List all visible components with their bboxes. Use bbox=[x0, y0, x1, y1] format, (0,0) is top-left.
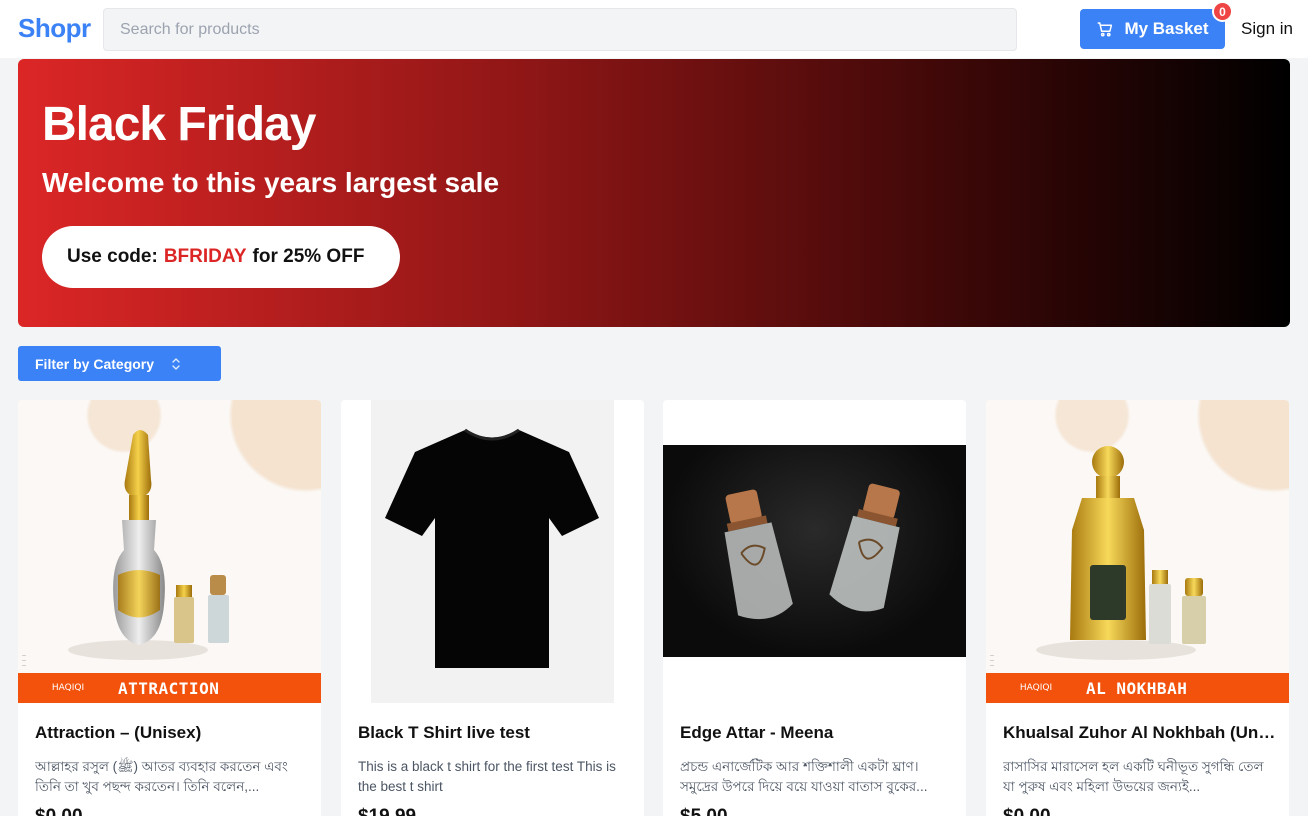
top-header: Shopr My Basket 0 Sign in bbox=[0, 0, 1308, 58]
banner-title: Black Friday bbox=[42, 98, 316, 151]
product-card[interactable]: — — — HAQIQI AL NOKHBAH Khualsal Zuhor Al … bbox=[986, 400, 1289, 816]
banner-subtitle: Welcome to this years largest sale bbox=[42, 167, 500, 198]
product-name[interactable]: Khualsal Zuhor Al Nokhbah (Unisex) bbox=[1003, 723, 1278, 743]
product-image-banner: HAQIQI ATTRACTION bbox=[18, 673, 321, 703]
product-image-label: ATTRACTION bbox=[118, 678, 220, 698]
logo[interactable]: Shopr bbox=[18, 13, 91, 44]
t-shirt-icon bbox=[385, 428, 599, 668]
basket-count-badge: 0 bbox=[1212, 1, 1233, 22]
brand-logo: HAQIQI bbox=[1019, 683, 1053, 693]
search-input[interactable] bbox=[103, 8, 1017, 51]
sign-in-link[interactable]: Sign in bbox=[1241, 19, 1293, 39]
product-image[interactable] bbox=[663, 400, 966, 703]
product-name[interactable]: Black T Shirt live test bbox=[358, 723, 633, 743]
promo-suffix: for 25% OFF bbox=[252, 246, 365, 267]
filter-by-category-select[interactable]: Filter by Category bbox=[18, 346, 221, 381]
product-image[interactable] bbox=[341, 400, 644, 703]
product-description: আল্লাহর রসুল (ﷺ) আতর ব্যবহার করতেন এবং ত… bbox=[35, 759, 288, 794]
product-description: রাসাসির মারাসেল হল একটি ঘনীভূত সুগন্ধি ত… bbox=[1003, 759, 1264, 794]
filter-label: Filter by Category bbox=[35, 355, 155, 372]
product-card[interactable]: Edge Attar - Meena প্রচন্ড এনার্জেটিক আর… bbox=[663, 400, 966, 816]
product-price: $19.99 bbox=[358, 806, 416, 816]
cart-icon bbox=[1097, 22, 1113, 37]
product-description: প্রচন্ড এনার্জেটিক আর শক্তিশালী একটা ঘ্র… bbox=[680, 759, 928, 794]
promo-code: BFRIDAY bbox=[163, 246, 247, 267]
perfume-bottles-icon bbox=[68, 430, 229, 660]
chevron-up-down-icon bbox=[172, 357, 180, 370]
promo-prefix: Use code: bbox=[67, 246, 158, 267]
product-image[interactable]: — — — HAQIQI ATTRACTION bbox=[18, 400, 321, 703]
product-price: $0.00 bbox=[1003, 806, 1051, 816]
attar-bottles-icon bbox=[724, 483, 900, 620]
product-price: $0.00 bbox=[35, 806, 83, 816]
product-card[interactable]: Black T Shirt live test This is a black … bbox=[341, 400, 644, 816]
black-friday-banner: Black Friday Welcome to this years large… bbox=[18, 59, 1290, 327]
product-image-label: AL NOKHBAH bbox=[1086, 678, 1188, 698]
product-name[interactable]: Edge Attar - Meena bbox=[680, 723, 955, 743]
product-card[interactable]: — — — HAQIQI ATTRACTION Attraction – (Unis… bbox=[18, 400, 321, 816]
product-name[interactable]: Attraction – (Unisex) bbox=[35, 723, 310, 743]
my-basket-button[interactable]: My Basket bbox=[1080, 9, 1225, 49]
perfume-bottles-icon bbox=[1036, 446, 1206, 660]
basket-label: My Basket bbox=[1124, 19, 1209, 38]
brand-logo: HAQIQI bbox=[51, 683, 85, 693]
promo-code-pill: Use code: BFRIDAY for 25% OFF bbox=[42, 226, 400, 288]
product-image[interactable]: — — — HAQIQI AL NOKHBAH bbox=[986, 400, 1289, 703]
product-price: $5.00 bbox=[680, 806, 728, 816]
product-description: This is a black t shirt for the first te… bbox=[358, 759, 616, 794]
product-image-banner: HAQIQI AL NOKHBAH bbox=[986, 673, 1289, 703]
